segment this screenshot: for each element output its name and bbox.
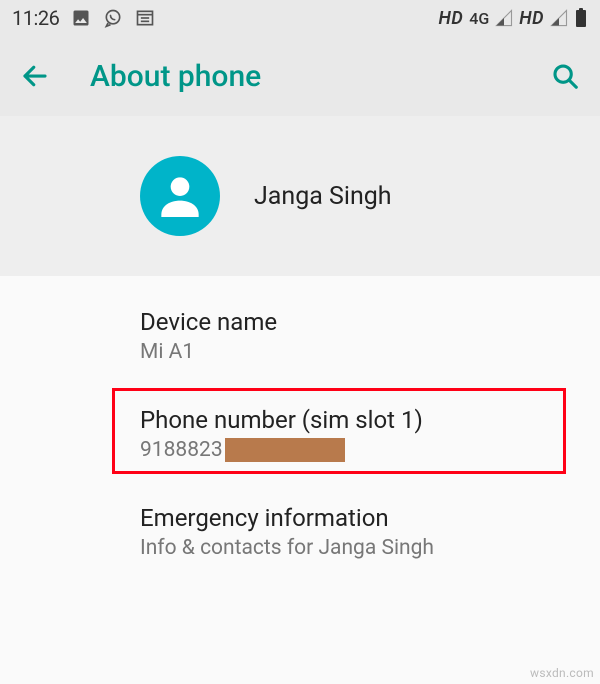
signal-icon-2 — [550, 9, 568, 27]
emergency-value: Info & contacts for Janga Singh — [140, 536, 570, 560]
list-item-device-name[interactable]: Device name Mi A1 — [0, 286, 600, 384]
list-item-emergency[interactable]: Emergency information Info & contacts fo… — [0, 482, 600, 580]
device-name-value: Mi A1 — [140, 340, 570, 364]
hd-indicator-1: HD — [439, 8, 464, 29]
phone-number-value: 9188823 — [140, 438, 223, 462]
back-icon[interactable] — [20, 61, 50, 91]
status-clock: 11:26 — [12, 6, 59, 30]
page-title: About phone — [90, 59, 510, 94]
device-name-title: Device name — [140, 308, 570, 336]
profile-name: Janga Singh — [254, 182, 392, 211]
app-bar: About phone — [0, 36, 600, 116]
whatsapp-icon — [103, 8, 123, 28]
phone-number-title: Phone number (sim slot 1) — [140, 406, 570, 434]
status-bar: 11:26 HD 4G HD — [0, 0, 600, 36]
battery-icon — [574, 8, 588, 28]
news-icon — [135, 8, 155, 28]
status-bar-right: HD 4G HD — [439, 8, 588, 29]
profile-section[interactable]: Janga Singh — [0, 116, 600, 276]
status-bar-left: 11:26 — [12, 6, 155, 30]
search-icon[interactable] — [550, 61, 580, 91]
watermark: wsxdn.com — [530, 666, 594, 680]
emergency-title: Emergency information — [140, 504, 570, 532]
hd-indicator-2: HD — [519, 8, 544, 29]
settings-list: Device name Mi A1 Phone number (sim slot… — [0, 276, 600, 580]
list-item-phone-number[interactable]: Phone number (sim slot 1) 9188823 — [0, 384, 600, 482]
redaction-block — [225, 438, 345, 462]
avatar — [140, 156, 220, 236]
image-icon — [71, 8, 91, 28]
net-label: 4G — [469, 9, 489, 28]
signal-icon-1 — [495, 9, 513, 27]
phone-number-value-wrap: 9188823 — [140, 438, 570, 462]
